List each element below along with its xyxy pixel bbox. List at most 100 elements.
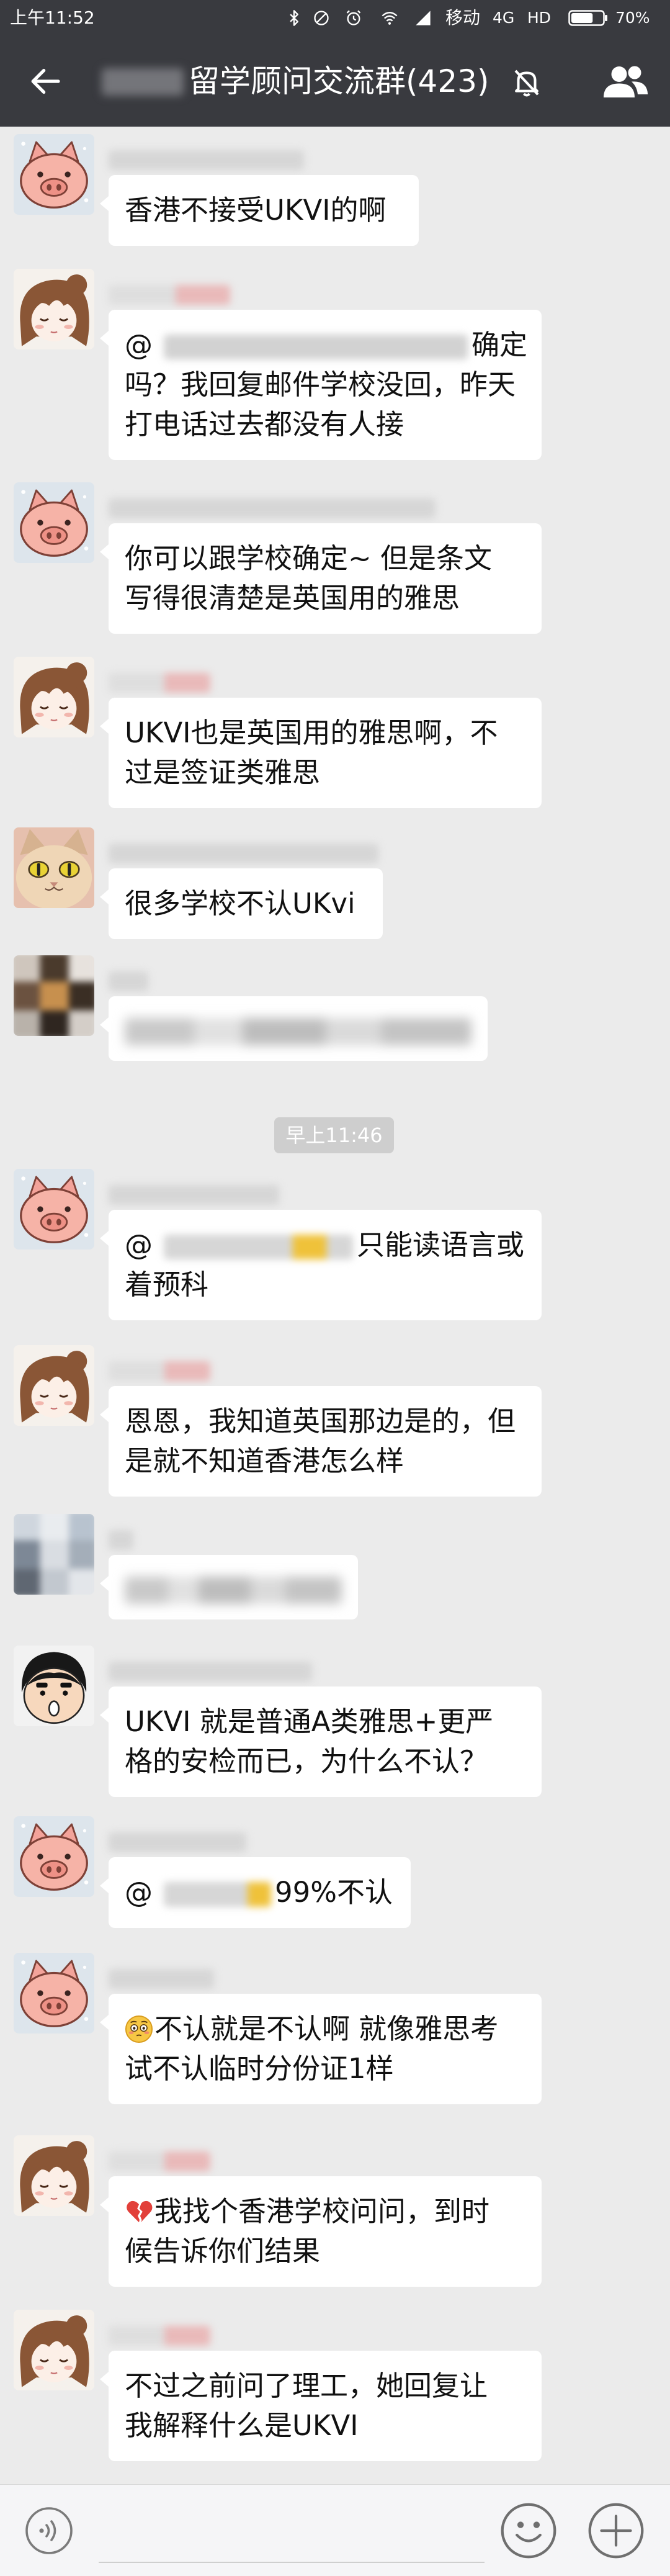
cartoon-boy-avatar[interactable] xyxy=(14,1646,94,1726)
hd-label: HD xyxy=(527,9,552,27)
message-bubble[interactable]: 不过之前问了理工，她回复让 我解释什么是UKVI xyxy=(100,2351,542,2461)
message-row: 香港不接受UKVI的啊 xyxy=(0,134,670,246)
broken-heart-icon xyxy=(127,2200,153,2223)
message-bubble[interactable]: @ 只能读语言或 着预科 xyxy=(100,1210,542,1320)
message-bubble[interactable] xyxy=(100,996,488,1061)
girl-avatar[interactable] xyxy=(14,2310,94,2390)
message-text: 打电话过去都没有人接 xyxy=(125,408,404,441)
signal-icon xyxy=(416,11,431,25)
sender-name-blurred xyxy=(109,1361,210,1381)
message-text: 你可以跟学校确定~ 但是条文 xyxy=(125,542,493,575)
girl-avatar[interactable] xyxy=(14,1345,94,1426)
message-bubble[interactable]: 你可以跟学校确定~ 但是条文 写得很清楚是英国用的雅思 xyxy=(100,523,542,634)
alarm-icon xyxy=(346,10,361,25)
group-name-blurred-prefix xyxy=(102,68,184,96)
emoji-icon[interactable] xyxy=(499,2502,558,2560)
message-text: 很多学校不认UKvi xyxy=(125,887,355,920)
carrier-label: 移动 xyxy=(445,7,481,28)
message-bubble[interactable]: @ 确定 吗？我回复邮件学校没回，昨天 打电话过去都没有人接 xyxy=(100,310,542,460)
message-text: 不过之前问了理工，她回复让 xyxy=(125,2369,488,2402)
back-arrow-icon[interactable] xyxy=(27,64,63,99)
girl-avatar[interactable] xyxy=(14,269,94,349)
message-row: 很多学校不认UKvi xyxy=(0,827,670,939)
mention-at: @ xyxy=(125,328,153,361)
message-text: 格的安检而已，为什么不认？ xyxy=(125,1745,488,1778)
sender-name-blurred xyxy=(109,1662,312,1682)
mention-line: @99%不认 xyxy=(125,1873,395,1912)
battery-percent: 70% xyxy=(615,9,650,27)
blurred-avatar[interactable] xyxy=(14,955,94,1036)
message-text: 着预科 xyxy=(125,1268,209,1301)
wifi-icon xyxy=(382,12,398,25)
network-label: 4G xyxy=(493,9,515,27)
sender-name-blurred xyxy=(109,285,230,305)
message-bubble[interactable] xyxy=(100,1555,358,1619)
message-text: 我找个香港学校问问，到时 xyxy=(154,2195,490,2228)
message-row: 我找个香港学校问问，到时 候告诉你们结果 xyxy=(0,2135,670,2287)
blurred-avatar[interactable] xyxy=(14,1514,94,1595)
message-text: 恩恩，我知道英国那边是的，但 xyxy=(125,1405,516,1438)
message-bubble[interactable]: UKVI也是英国用的雅思啊，不 过是签证类雅思 xyxy=(100,698,542,808)
message-row xyxy=(0,1514,670,1619)
message-bubble[interactable]: 不认就是不认啊 就像雅思考 试不认临时分份证1样 xyxy=(100,1994,542,2104)
message-text: 我解释什么是UKVI xyxy=(125,2409,359,2442)
sender-name-blurred xyxy=(109,971,148,991)
sender-name-blurred xyxy=(109,1530,133,1550)
message-text: 只能读语言或 xyxy=(357,1228,525,1261)
mute-bell-icon xyxy=(510,65,543,99)
pig-avatar[interactable] xyxy=(14,482,94,563)
message-text: 99%不认 xyxy=(275,1876,393,1909)
status-bar: 上午11:52 移动 4G HD 70% xyxy=(0,0,670,36)
mention-name-blurred[interactable] xyxy=(164,1235,353,1259)
sender-name-blurred xyxy=(109,498,436,518)
message-text-blurred xyxy=(125,1577,342,1604)
message-input[interactable] xyxy=(99,2544,485,2563)
sender-name-blurred xyxy=(109,1185,279,1205)
mention-line: @ 只能读语言或 xyxy=(125,1225,525,1265)
girl-avatar[interactable] xyxy=(14,657,94,737)
message-line: 我找个香港学校问问，到时 xyxy=(125,2192,525,2231)
sender-name-blurred xyxy=(109,150,304,170)
message-bubble[interactable]: 香港不接受UKVI的啊 xyxy=(100,175,419,246)
pig-avatar[interactable] xyxy=(14,1169,94,1250)
voice-icon[interactable] xyxy=(24,2506,74,2556)
bluetooth-icon xyxy=(290,10,298,26)
status-time: 上午11:52 xyxy=(10,7,95,28)
mention-name-blurred[interactable] xyxy=(164,335,468,359)
input-bar xyxy=(0,2484,670,2576)
message-text: 是就不知道香港怎么样 xyxy=(125,1444,404,1477)
sender-name-blurred xyxy=(109,844,378,863)
message-row: 恩恩，我知道英国那边是的，但 是就不知道香港怎么样 xyxy=(0,1345,670,1497)
message-text: UKVI 就是普通A类雅思+更严 xyxy=(125,1705,494,1738)
message-bubble[interactable]: UKVI 就是普通A类雅思+更严 格的安检而已，为什么不认？ xyxy=(100,1687,542,1797)
cat-avatar[interactable] xyxy=(14,827,94,908)
message-text: 候告诉你们结果 xyxy=(125,2235,321,2268)
pig-avatar[interactable] xyxy=(14,1816,94,1897)
flushed-face-icon xyxy=(125,2015,153,2043)
sender-name-blurred xyxy=(109,2151,210,2171)
message-row xyxy=(0,955,670,1061)
group-members-icon[interactable] xyxy=(601,63,650,101)
message-bubble[interactable]: 我找个香港学校问问，到时 候告诉你们结果 xyxy=(100,2176,542,2287)
message-line: 不认就是不认啊 就像雅思考 xyxy=(125,2009,525,2049)
message-text: 不认就是不认啊 就像雅思考 xyxy=(154,2012,499,2045)
sender-name-blurred xyxy=(109,1832,246,1852)
message-text: 确定 xyxy=(471,328,528,361)
message-bubble[interactable]: 恩恩，我知道英国那边是的，但 是就不知道香港怎么样 xyxy=(100,1386,542,1497)
message-bubble[interactable]: 很多学校不认UKvi xyxy=(100,868,383,939)
girl-avatar[interactable] xyxy=(14,2135,94,2216)
message-text-blurred xyxy=(125,1018,471,1045)
message-text: 吗？我回复邮件学校没回，昨天 xyxy=(125,368,516,401)
message-row: 你可以跟学校确定~ 但是条文 写得很清楚是英国用的雅思 xyxy=(0,482,670,634)
message-text: 香港不接受UKVI的啊 xyxy=(125,194,386,227)
message-text: UKVI也是英国用的雅思啊，不 xyxy=(125,716,498,749)
pig-avatar[interactable] xyxy=(14,1953,94,2033)
message-bubble[interactable]: @99%不认 xyxy=(100,1857,411,1928)
mention-at: @ xyxy=(125,1228,153,1261)
plus-icon[interactable] xyxy=(587,2502,645,2560)
sender-name-blurred xyxy=(109,673,210,693)
pig-avatar[interactable] xyxy=(14,134,94,215)
chat-title[interactable]: 留学顾问交流群(423) xyxy=(189,63,489,99)
mention-name-blurred[interactable] xyxy=(164,1882,271,1907)
sender-name-blurred xyxy=(109,1969,214,1989)
